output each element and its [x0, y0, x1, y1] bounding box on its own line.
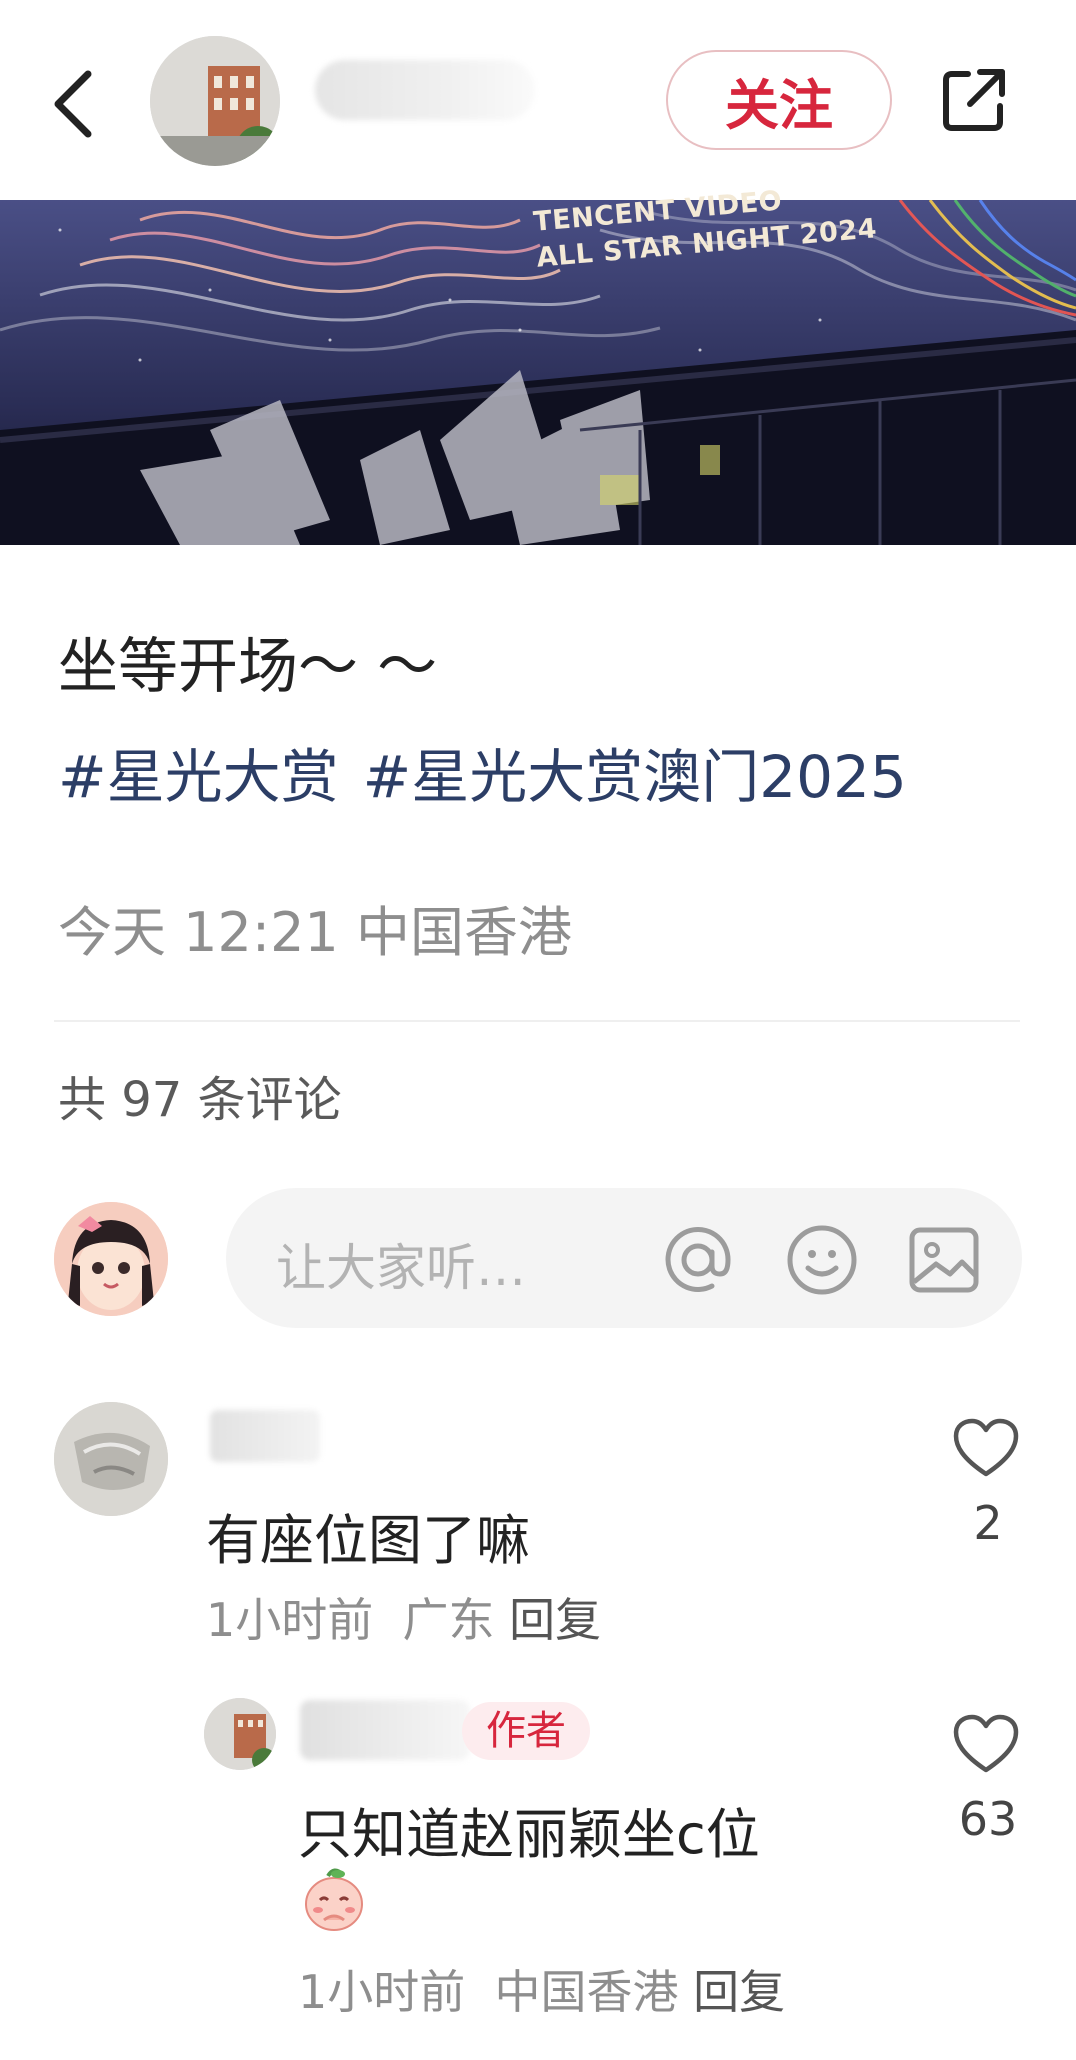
author-avatar[interactable]	[150, 36, 280, 166]
image-icon	[909, 1227, 979, 1293]
emoji-icon	[787, 1225, 857, 1295]
back-icon	[54, 70, 92, 138]
reply-author-name-blurred	[300, 1700, 470, 1760]
image-button[interactable]	[906, 1222, 982, 1298]
heart-icon	[953, 1418, 1019, 1477]
post-location: 中国香港	[355, 901, 572, 964]
reply-button[interactable]: 回复	[693, 1965, 785, 2019]
author-badge: 作者	[462, 1702, 590, 1760]
sticker-icon	[298, 1862, 370, 1934]
author-name-blurred	[315, 60, 535, 120]
follow-button[interactable]: 关注	[666, 50, 892, 150]
divider	[54, 1020, 1020, 1022]
like-count: 63	[958, 1792, 1018, 1846]
post-time: 今天 12:21	[58, 901, 339, 964]
reply-location: 中国香港	[494, 1965, 679, 2019]
reply-meta: 1小时前 中国香港 回复	[298, 1956, 785, 2022]
comment-meta: 1小时前 广东 回复	[206, 1584, 601, 1650]
tag-link[interactable]: #星光大赏	[58, 743, 339, 811]
commenter-name-blurred	[210, 1410, 320, 1462]
my-avatar	[54, 1202, 168, 1316]
comment-count: 共 97 条评论	[58, 1072, 342, 1128]
comment-time: 1小时前	[206, 1593, 374, 1647]
mention-button[interactable]	[660, 1222, 736, 1298]
tag-link[interactable]: #星光大赏澳门2025	[363, 743, 907, 811]
post-title: 坐等开场～ ～	[58, 632, 438, 702]
emoji-button[interactable]	[784, 1222, 860, 1298]
share-icon	[943, 69, 1005, 131]
post-meta: 今天 12:21 中国香港	[58, 888, 572, 967]
heart-icon	[953, 1714, 1019, 1773]
share-button[interactable]	[938, 64, 1010, 136]
comment-text: 有座位图了嘛	[206, 1509, 530, 1572]
reply-text: 只知道赵丽颖坐c位	[298, 1803, 760, 1866]
like-button[interactable]	[952, 1714, 1020, 1776]
reply-avatar[interactable]	[204, 1698, 276, 1770]
post-tags: #星光大赏 #星光大赏澳门2025	[58, 730, 931, 814]
reply-button[interactable]: 回复	[509, 1593, 601, 1647]
reply-time: 1小时前	[298, 1965, 466, 2019]
comment-input-placeholder: 让大家听…	[276, 1239, 526, 1297]
like-button[interactable]	[952, 1418, 1020, 1480]
back-button[interactable]	[48, 64, 104, 144]
commenter-avatar[interactable]	[54, 1402, 168, 1516]
at-icon	[665, 1227, 731, 1292]
like-count: 2	[973, 1496, 1003, 1550]
comment-location: 广东	[402, 1593, 495, 1647]
